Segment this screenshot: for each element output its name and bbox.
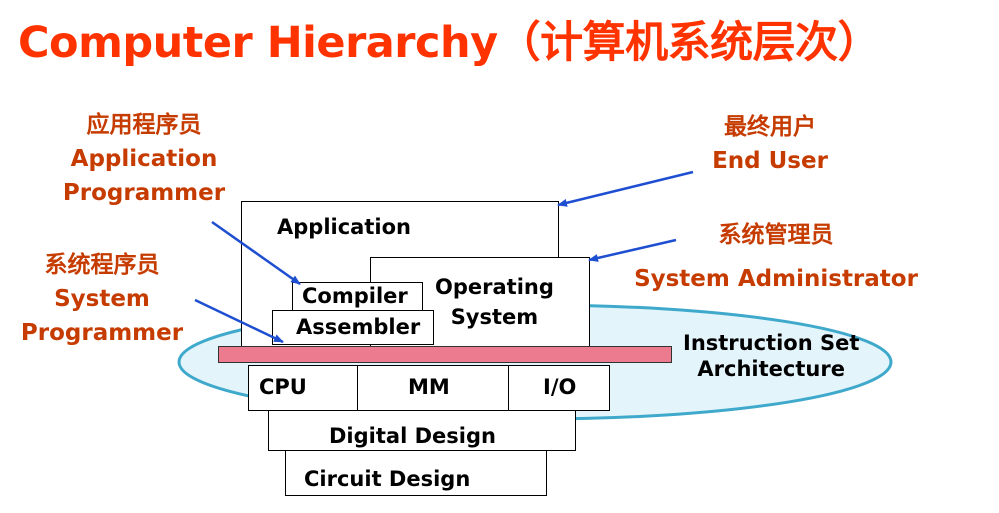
arrows-layer [194, 170, 694, 344]
arrow-system-administrator [588, 238, 677, 262]
arrow-system-programmer [194, 298, 284, 344]
arrow-application-programmer [211, 220, 301, 286]
arrow-end-user [557, 170, 694, 207]
